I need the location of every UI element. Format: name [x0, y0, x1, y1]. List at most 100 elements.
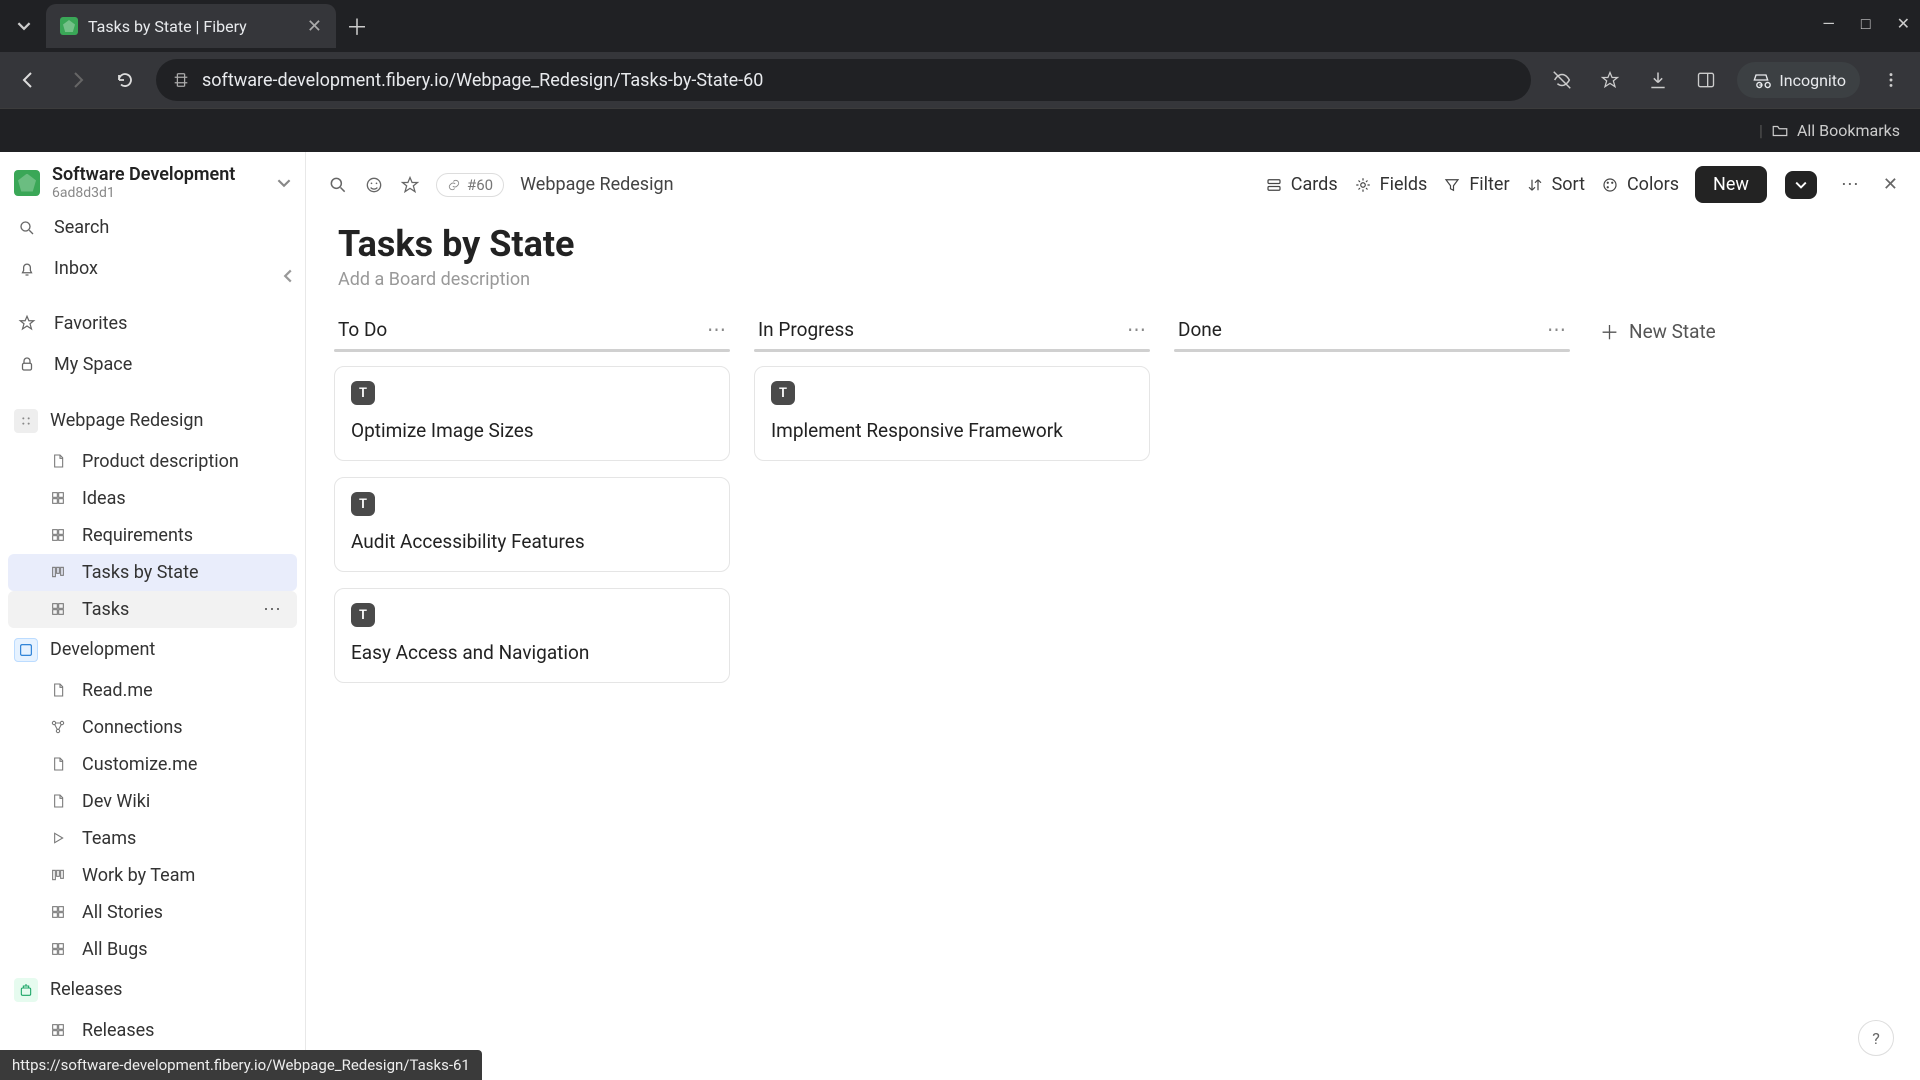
view-fields-button[interactable]: Fields [1354, 174, 1428, 195]
tree-item[interactable]: Ideas [0, 480, 305, 517]
tab-title: Tasks by State | Fibery [88, 17, 247, 36]
tab-search-dropdown[interactable] [8, 9, 40, 43]
sidebar-my-space-label: My Space [54, 354, 132, 375]
topbar-star-icon[interactable] [400, 175, 420, 195]
tree-item-label: Read.me [82, 680, 153, 701]
sidebar-inbox[interactable]: Inbox [0, 248, 305, 289]
nav-forward-button[interactable] [60, 63, 94, 97]
space-dev[interactable]: Development [0, 628, 305, 672]
new-state-label: New State [1629, 320, 1716, 343]
nav-back-button[interactable] [12, 63, 46, 97]
page-id-tag[interactable]: #60 [436, 173, 504, 197]
tree-item[interactable]: Read.me [0, 672, 305, 709]
tree-item[interactable]: Customize.me [0, 746, 305, 783]
tree-item[interactable]: Requirements [0, 517, 305, 554]
sidebar-favorites[interactable]: Favorites [0, 303, 305, 344]
topbar-search-icon[interactable] [328, 175, 348, 195]
view-cards-button[interactable]: Cards [1265, 174, 1338, 195]
board-card[interactable]: TAudit Accessibility Features [334, 477, 730, 572]
nav-reload-button[interactable] [108, 63, 142, 97]
tree-item-label: Connections [82, 717, 183, 738]
column-menu-icon[interactable]: ⋯ [707, 318, 726, 341]
card-title: Optimize Image Sizes [351, 419, 713, 442]
topbar-emoji-icon[interactable] [364, 175, 384, 195]
new-tab-button[interactable]: ＋ [346, 10, 368, 42]
star-icon [1600, 70, 1620, 90]
view-type-icon [50, 527, 70, 543]
space-label: Webpage Redesign [50, 410, 203, 431]
space-webpage[interactable]: Webpage Redesign [0, 399, 305, 443]
tree-item-label: Teams [82, 828, 136, 849]
new-state-button[interactable]: ＋New State [1594, 310, 1722, 353]
space-icon [14, 409, 38, 433]
browser-chrome: Tasks by State | Fibery ✕ ＋ ― □ ✕ softwa… [0, 0, 1920, 152]
board-card[interactable]: TImplement Responsive Framework [754, 366, 1150, 461]
board-card[interactable]: TOptimize Image Sizes [334, 366, 730, 461]
sidebar-my-space[interactable]: My Space [0, 344, 305, 385]
view-type-icon [50, 1022, 70, 1038]
incognito-badge[interactable]: Incognito [1737, 62, 1860, 98]
tree-item[interactable]: Connections [0, 709, 305, 746]
new-button[interactable]: New [1695, 166, 1767, 203]
more-icon[interactable]: ⋯ [263, 599, 281, 620]
more-menu-button[interactable]: ⋯ [1841, 174, 1859, 195]
tree-item-label: Requirements [82, 525, 193, 546]
sidepanel-button[interactable] [1689, 63, 1723, 97]
view-type-icon [50, 756, 70, 772]
view-type-icon [50, 682, 70, 698]
card-type-badge: T [351, 492, 375, 516]
search-icon [18, 219, 40, 237]
tree-item[interactable]: Work by Team [0, 857, 305, 894]
filter-button[interactable]: Filter [1443, 174, 1509, 195]
window-maximize-icon[interactable]: □ [1861, 14, 1871, 34]
tree-item-label: Work by Team [82, 865, 195, 886]
tree-item[interactable]: Teams [0, 820, 305, 857]
page-id-text: #60 [467, 176, 493, 194]
bookmark-star-button[interactable] [1593, 63, 1627, 97]
tree-item[interactable]: Product description [0, 443, 305, 480]
board-card[interactable]: TEasy Access and Navigation [334, 588, 730, 683]
breadcrumb[interactable]: Webpage Redesign [520, 174, 673, 195]
close-panel-button[interactable]: ✕ [1883, 174, 1898, 195]
view-type-icon [50, 867, 70, 883]
tree-item-label: Ideas [82, 488, 126, 509]
browser-tab[interactable]: Tasks by State | Fibery ✕ [46, 4, 336, 48]
column-name: Done [1178, 318, 1222, 341]
lock-icon [18, 355, 40, 373]
app-root: Software Development 6ad8d3d1 Search Inb… [0, 152, 1920, 1080]
sidebar-search[interactable]: Search [0, 207, 305, 248]
sort-button[interactable]: Sort [1526, 174, 1585, 195]
help-button[interactable]: ? [1858, 1020, 1894, 1056]
column-header[interactable]: Done ⋯ [1174, 310, 1570, 349]
space-releases[interactable]: Releases [0, 968, 305, 1012]
tree-item[interactable]: Releases [0, 1012, 305, 1049]
tree-item[interactable]: All Stories [0, 894, 305, 931]
tree-item[interactable]: Dev Wiki [0, 783, 305, 820]
downloads-button[interactable] [1641, 63, 1675, 97]
colors-button[interactable]: Colors [1601, 174, 1679, 195]
reload-icon [115, 70, 135, 90]
address-bar[interactable]: software-development.fibery.io/Webpage_R… [156, 59, 1531, 101]
tracking-icon[interactable] [1545, 63, 1579, 97]
window-minimize-icon[interactable]: ― [1822, 14, 1835, 34]
column-menu-icon[interactable]: ⋯ [1127, 318, 1146, 341]
tree-item[interactable]: Tasks⋯ [8, 591, 297, 628]
bookmarks-bar: | All Bookmarks [0, 108, 1920, 152]
new-dropdown-button[interactable] [1785, 171, 1817, 199]
workspace-switcher[interactable]: Software Development 6ad8d3d1 [0, 152, 305, 207]
board-column: To Do⋯TOptimize Image SizesTAudit Access… [334, 310, 730, 699]
column-menu-icon[interactable]: ⋯ [1547, 318, 1566, 341]
column-header[interactable]: To Do⋯ [334, 310, 730, 349]
close-tab-icon[interactable]: ✕ [307, 16, 322, 37]
tree-item[interactable]: Tasks by State [8, 554, 297, 591]
all-bookmarks-link[interactable]: All Bookmarks [1797, 121, 1900, 140]
sort-icon [1526, 176, 1544, 194]
window-close-icon[interactable]: ✕ [1897, 14, 1910, 34]
kebab-icon [1882, 71, 1900, 89]
column-header[interactable]: In Progress⋯ [754, 310, 1150, 349]
tree-item[interactable]: All Bugs [0, 931, 305, 968]
browser-menu-button[interactable] [1874, 63, 1908, 97]
page-description-placeholder[interactable]: Add a Board description [306, 269, 1920, 310]
page-title[interactable]: Tasks by State [306, 217, 1920, 269]
space-label: Releases [50, 979, 122, 1000]
